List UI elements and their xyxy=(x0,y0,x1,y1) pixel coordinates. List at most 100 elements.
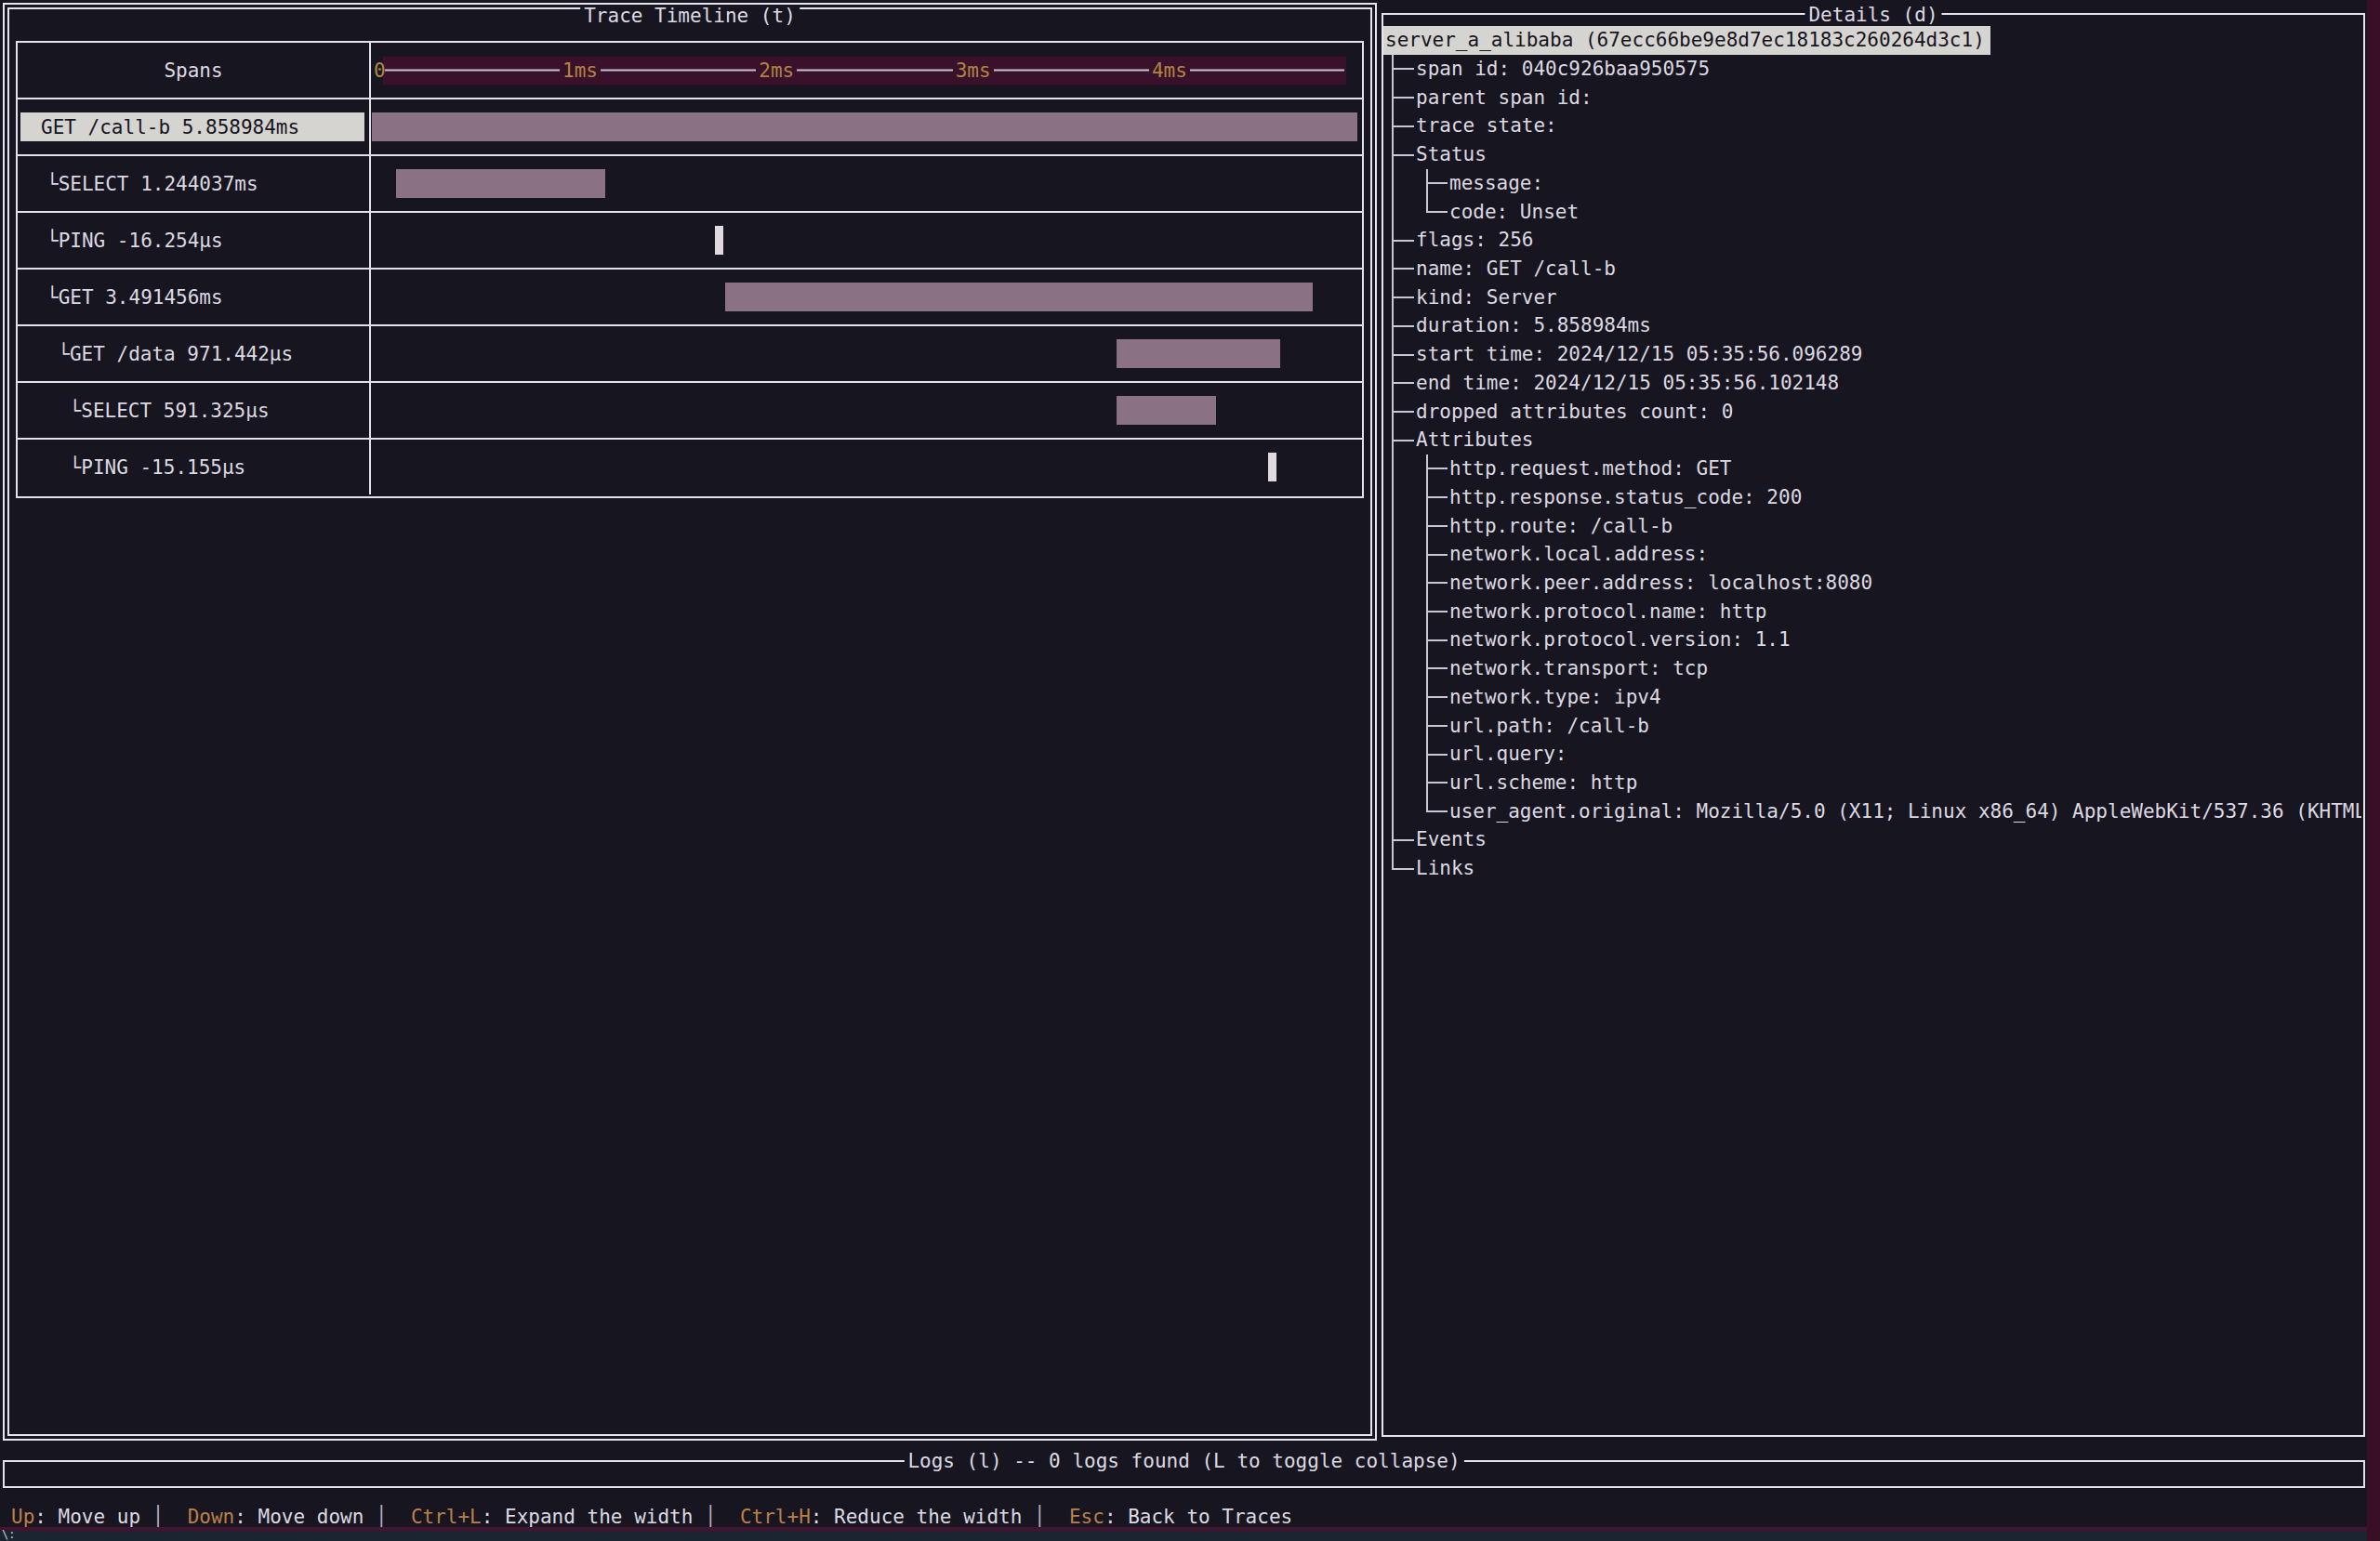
span-label: └GET 3.491456ms xyxy=(46,286,223,309)
detail-line[interactable]: duration: 5.858984ms xyxy=(1383,311,2361,340)
span-label: GET /call-b 5.858984ms xyxy=(41,116,299,138)
table-row[interactable]: └PING -16.254µs xyxy=(18,213,1362,270)
tree-line xyxy=(1392,769,1394,797)
detail-line-text: http.request.method: GET xyxy=(1449,454,1731,483)
detail-line[interactable]: Events xyxy=(1383,825,2361,854)
detail-line[interactable]: span id: 040c926baa950575 xyxy=(1383,55,2361,84)
hint-key: Ctrl+L xyxy=(411,1506,482,1528)
span-label: └GET /data 971.442µs xyxy=(58,343,293,365)
detail-line[interactable]: kind: Server xyxy=(1383,283,2361,312)
detail-line[interactable]: http.response.status_code: 200 xyxy=(1383,483,2361,512)
tree-line xyxy=(1392,198,1394,227)
tree-line xyxy=(1428,725,1448,727)
tree-line xyxy=(1394,268,1414,270)
hint-desc: : Move up xyxy=(34,1506,140,1528)
hint-key: Ctrl+H xyxy=(740,1506,811,1528)
span-duration-bar xyxy=(372,112,1357,141)
detail-line[interactable]: trace state: xyxy=(1383,112,2361,140)
hint-separator: │ xyxy=(364,1506,411,1528)
tree-line xyxy=(1392,483,1394,512)
detail-line[interactable]: network.peer.address: localhost:8080 xyxy=(1383,569,2361,598)
detail-line-text: end time: 2024/12/15 05:35:56.102148 xyxy=(1416,369,1839,398)
ruler-tick: 2ms xyxy=(756,59,797,82)
span-instant-mark xyxy=(715,226,723,255)
detail-line[interactable]: network.protocol.version: 1.1 xyxy=(1383,626,2361,654)
detail-line[interactable]: dropped attributes count: 0 xyxy=(1383,398,2361,427)
table-row[interactable]: └PING -15.155µs xyxy=(18,440,1362,494)
tree-line xyxy=(1428,182,1448,184)
table-row[interactable]: └SELECT 1.244037ms xyxy=(18,156,1362,213)
hint-desc: : Move down xyxy=(234,1506,364,1528)
detail-line-text: network.protocol.version: 1.1 xyxy=(1449,626,1791,654)
ruler-tick: 1ms xyxy=(560,59,601,82)
detail-line[interactable]: network.type: ipv4 xyxy=(1383,683,2361,712)
bottom-corner-fragment: \: xyxy=(2,1528,15,1541)
table-row[interactable]: └GET /data 971.442µs xyxy=(18,326,1362,383)
detail-line[interactable]: user_agent.original: Mozilla/5.0 (X11; L… xyxy=(1383,797,2361,826)
detail-line[interactable]: start time: 2024/12/15 05:35:56.096289 xyxy=(1383,340,2361,369)
tree-line xyxy=(1394,440,1414,441)
detail-line[interactable]: http.request.method: GET xyxy=(1383,454,2361,483)
tree-line xyxy=(1394,354,1414,356)
detail-line[interactable]: url.scheme: http xyxy=(1383,769,2361,797)
detail-line[interactable]: network.protocol.name: http xyxy=(1383,598,2361,626)
tree-line xyxy=(1394,839,1414,841)
hint-separator: │ xyxy=(693,1506,740,1528)
detail-line[interactable]: http.route: /call-b xyxy=(1383,512,2361,541)
detail-line-text: dropped attributes count: 0 xyxy=(1416,398,1733,427)
ruler-tick: 4ms xyxy=(1149,59,1190,82)
tree-line xyxy=(1392,797,1394,826)
tree-line xyxy=(1392,654,1394,683)
detail-line[interactable]: url.path: /call-b xyxy=(1383,712,2361,741)
table-row[interactable]: GET /call-b 5.858984ms xyxy=(18,99,1362,156)
detail-line-text: network.type: ipv4 xyxy=(1449,683,1661,712)
tree-line xyxy=(1392,626,1394,654)
detail-line-text: http.response.status_code: 200 xyxy=(1449,483,1802,512)
detail-line-text: url.scheme: http xyxy=(1449,769,1637,797)
tree-line xyxy=(1428,211,1448,213)
detail-line[interactable]: url.query: xyxy=(1383,740,2361,769)
resource-header[interactable]: server_a_alibaba (67ecc66be9e8d7ec18183c… xyxy=(1383,26,1990,55)
terminal-screen: Trace Timeline (t) Spans 01ms2ms3ms4ms G… xyxy=(0,0,2380,1541)
spans-column-header: Spans xyxy=(18,43,371,98)
span-label: └SELECT 591.325µs xyxy=(70,400,270,422)
detail-line[interactable]: network.local.address: xyxy=(1383,540,2361,569)
tree-line xyxy=(1394,125,1414,127)
detail-line[interactable]: message: xyxy=(1383,169,2361,198)
tree-line xyxy=(1394,296,1414,298)
span-duration-bar xyxy=(1117,339,1280,368)
tree-line xyxy=(1428,582,1448,584)
tree-line xyxy=(1428,754,1448,756)
span-duration-bar xyxy=(725,283,1313,311)
detail-line-text: network.protocol.name: http xyxy=(1449,598,1766,626)
detail-line[interactable]: parent span id: xyxy=(1383,84,2361,112)
span-label-cell: └GET /data 971.442µs xyxy=(18,326,371,381)
hint-separator: │ xyxy=(1022,1506,1069,1528)
detail-line[interactable]: network.transport: tcp xyxy=(1383,654,2361,683)
details-content: server_a_alibaba (67ecc66be9e8d7ec18183c… xyxy=(1383,24,2361,1418)
logs-panel[interactable]: Logs (l) -- 0 logs found (L to toggle co… xyxy=(3,1460,2365,1488)
span-timeline-cell xyxy=(371,156,1362,211)
span-duration-bar xyxy=(1117,396,1216,425)
tree-line xyxy=(1428,696,1448,698)
tree-line xyxy=(1394,240,1414,242)
tree-line xyxy=(1392,454,1394,483)
detail-line[interactable]: code: Unset xyxy=(1383,198,2361,227)
detail-line[interactable]: Links xyxy=(1383,854,2361,883)
detail-line-text: url.path: /call-b xyxy=(1449,712,1649,741)
detail-line[interactable]: Attributes xyxy=(1383,426,2361,454)
detail-line-text: Attributes xyxy=(1416,426,1533,454)
span-label-cell: └PING -15.155µs xyxy=(18,440,371,494)
detail-line[interactable]: name: GET /call-b xyxy=(1383,255,2361,283)
hint-key: Up xyxy=(11,1506,34,1528)
span-timeline-cell xyxy=(371,99,1362,154)
detail-line-text: Status xyxy=(1416,140,1487,169)
table-row[interactable]: └SELECT 591.325µs xyxy=(18,383,1362,440)
detail-line[interactable]: Status xyxy=(1383,140,2361,169)
detail-line-text: Links xyxy=(1416,854,1474,883)
detail-line[interactable]: flags: 256 xyxy=(1383,226,2361,255)
table-row[interactable]: └GET 3.491456ms xyxy=(18,270,1362,326)
detail-line-text: network.transport: tcp xyxy=(1449,654,1708,683)
span-label-cell: └SELECT 591.325µs xyxy=(18,383,371,438)
detail-line[interactable]: end time: 2024/12/15 05:35:56.102148 xyxy=(1383,369,2361,398)
